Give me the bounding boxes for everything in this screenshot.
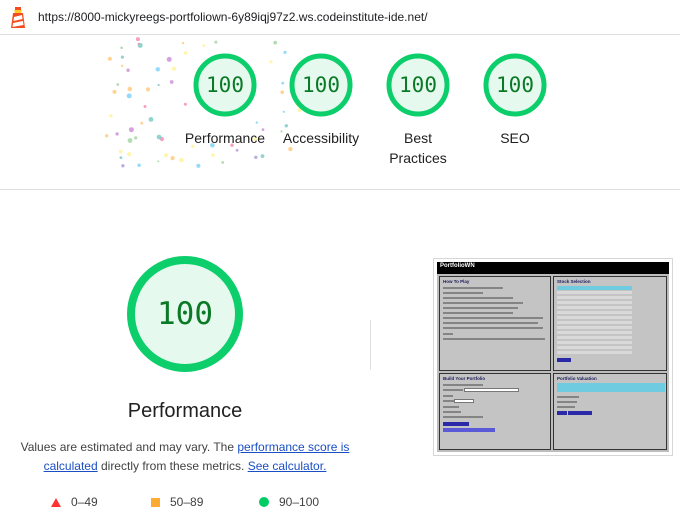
thumb-panel-valuation: Portfolio Valuation (553, 373, 667, 450)
url-bar[interactable]: https://8000-mickyreegs-portfoliown-6y89… (0, 0, 680, 35)
gauge-performance[interactable]: 100 Performance (170, 52, 280, 148)
lighthouse-icon (11, 7, 25, 28)
gauge-label: Accessibility (282, 130, 360, 146)
gauge-best-practices[interactable]: 100 Best Practices (363, 52, 473, 168)
score-legend: 0–49 50–89 90–100 (0, 495, 680, 511)
gauge-label: Performance (184, 130, 266, 146)
legend-pass: 90–100 (259, 495, 319, 509)
confetti-dot (214, 40, 218, 44)
legend-range: 90–100 (279, 495, 320, 509)
confetti-dot (135, 37, 140, 42)
thumb-brand: PortfolioWN (440, 263, 475, 269)
see-calculator-link[interactable]: See calculator. (248, 459, 327, 473)
thumb-panel-stock: Stock Selection (553, 276, 667, 371)
gauge-seo[interactable]: 100 SEO (460, 52, 570, 148)
url-text[interactable]: https://8000-mickyreegs-portfoliown-6y89… (38, 10, 428, 24)
thumb-panel-title: How To Play (443, 279, 470, 284)
performance-score: 100 (157, 296, 213, 332)
gauge-score: 100 (206, 73, 244, 97)
gauge-score: 100 (302, 73, 340, 97)
performance-description: Values are estimated and may vary. The p… (20, 438, 350, 476)
thumb-panel-title: Stock Selection (557, 279, 591, 284)
vertical-separator (370, 320, 371, 370)
confetti-dot (120, 46, 123, 50)
square-icon (151, 497, 160, 507)
thumb-header: PortfolioWN (437, 262, 669, 274)
triangle-icon (51, 497, 61, 507)
desc-text: Values are estimated and may vary. The (20, 440, 238, 454)
performance-gauge: 100 (125, 254, 245, 374)
page-screenshot-thumbnail[interactable]: PortfolioWN How To Play Stock Selection (433, 258, 673, 456)
desc-text: directly from these metrics. (97, 459, 248, 473)
legend-range: 50–89 (170, 495, 204, 509)
gauge-score: 100 (399, 73, 437, 97)
thumb-panel-title: Build Your Portfolio (443, 376, 486, 381)
gauge-label: SEO (500, 130, 530, 146)
confetti-dot (181, 41, 185, 45)
confetti-dot (202, 44, 206, 48)
section-divider (0, 189, 680, 190)
gauge-label: Best Practices (389, 130, 447, 166)
legend-average: 50–89 (151, 495, 203, 509)
performance-title: Performance (127, 400, 243, 422)
score-summary: 100 Performance 100 Accessibility 100 Be… (0, 52, 680, 182)
confetti-dot (137, 42, 140, 45)
screenshot-content: PortfolioWN How To Play Stock Selection (437, 262, 669, 452)
gauge-score: 100 (496, 73, 534, 97)
thumb-panel-how-to: How To Play (439, 276, 551, 371)
thumb-panel-title: Portfolio Valuation (557, 376, 597, 381)
thumb-panel-build: Build Your Portfolio (439, 373, 551, 450)
confetti-dot (273, 40, 278, 45)
circle-icon (259, 497, 269, 507)
legend-range: 0–49 (71, 495, 98, 509)
gauge-accessibility[interactable]: 100 Accessibility (266, 52, 376, 148)
legend-fail: 0–49 (51, 495, 98, 509)
